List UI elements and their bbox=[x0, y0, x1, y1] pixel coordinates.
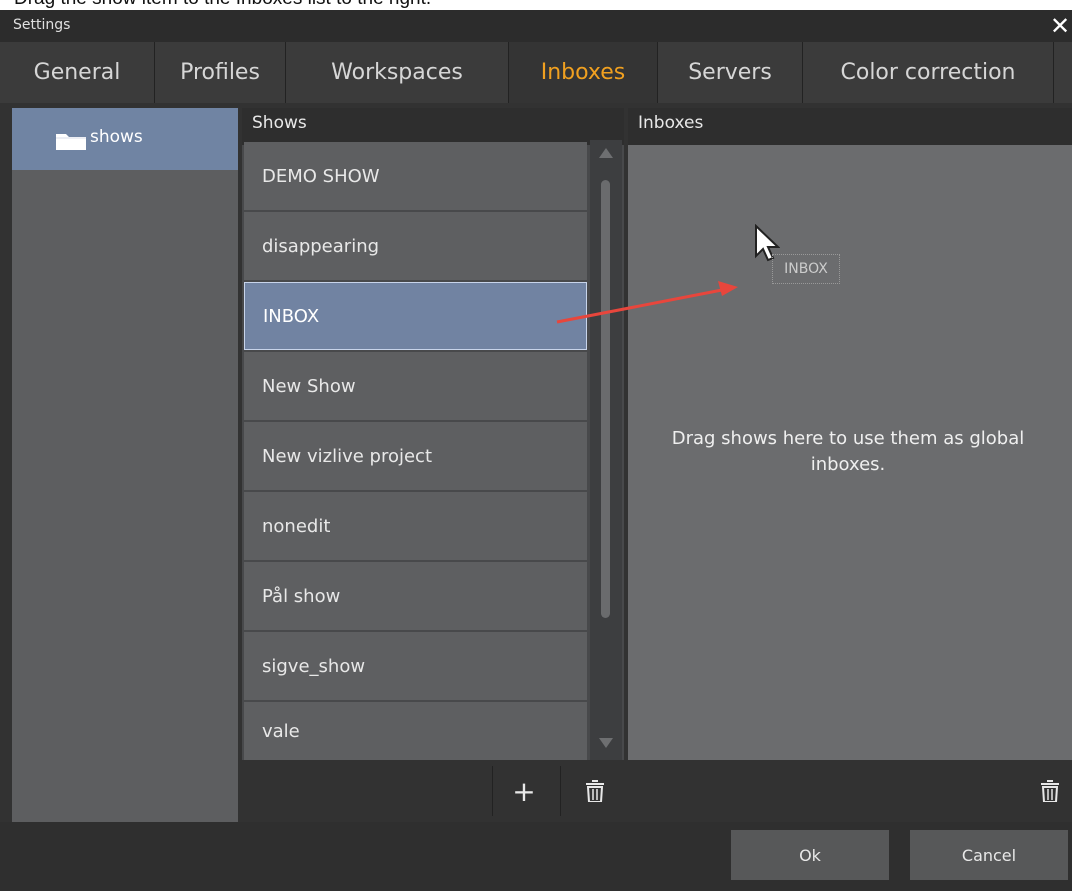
list-item[interactable]: disappearing bbox=[244, 212, 587, 280]
window-title: Settings bbox=[13, 17, 71, 33]
scroll-thumb[interactable] bbox=[601, 180, 610, 618]
plus-icon: + bbox=[512, 774, 536, 808]
tab-inboxes[interactable]: Inboxes bbox=[509, 42, 658, 103]
folder-icon bbox=[56, 134, 86, 150]
shows-toolbar: + bbox=[242, 760, 624, 822]
ok-button[interactable]: Ok bbox=[731, 830, 889, 880]
tab-servers[interactable]: Servers bbox=[658, 42, 803, 103]
instruction-text: Drag the show item to the Inboxes list t… bbox=[14, 0, 431, 10]
delete-show-button[interactable] bbox=[570, 760, 620, 822]
list-item[interactable]: New vizlive project bbox=[244, 422, 587, 490]
inboxes-toolbar bbox=[628, 760, 1072, 822]
dialog-button-bar: Ok Cancel bbox=[0, 822, 1072, 891]
drag-ghost-label: INBOX bbox=[772, 254, 840, 284]
list-item-selected[interactable]: INBOX bbox=[244, 282, 587, 350]
tab-color-correction[interactable]: Color correction bbox=[803, 42, 1054, 103]
tree-item-shows[interactable]: shows bbox=[12, 108, 238, 170]
scroll-down-icon[interactable] bbox=[599, 738, 613, 748]
divider bbox=[560, 766, 561, 816]
inboxes-panel[interactable]: Inboxes INBOX Drag shows here to use the… bbox=[628, 108, 1072, 822]
tab-profiles[interactable]: Profiles bbox=[155, 42, 286, 103]
folder-tree: shows bbox=[12, 108, 238, 822]
shows-header: Shows bbox=[242, 108, 624, 145]
list-item[interactable]: nonedit bbox=[244, 492, 587, 560]
drop-hint-text: Drag shows here to use them as global in… bbox=[671, 428, 1025, 475]
tab-bar: General Profiles Workspaces Inboxes Serv… bbox=[0, 42, 1072, 103]
shows-panel: Shows DEMO SHOW disappearing INBOX New S… bbox=[242, 108, 624, 822]
title-bar: Settings ✕ bbox=[0, 10, 1072, 42]
tree-item-label: shows bbox=[90, 127, 143, 147]
trash-icon bbox=[586, 780, 604, 802]
close-icon[interactable]: ✕ bbox=[1050, 12, 1070, 40]
scroll-up-icon[interactable] bbox=[599, 148, 613, 158]
shows-scrollbar[interactable] bbox=[590, 140, 622, 760]
list-item[interactable]: sigve_show bbox=[244, 632, 587, 700]
delete-inbox-button[interactable] bbox=[1028, 760, 1072, 822]
cancel-button[interactable]: Cancel bbox=[910, 830, 1068, 880]
tab-general[interactable]: General bbox=[0, 42, 155, 103]
list-item[interactable]: Pål show bbox=[244, 562, 587, 630]
trash-icon bbox=[1041, 780, 1059, 802]
list-item[interactable]: New Show bbox=[244, 352, 587, 420]
add-show-button[interactable]: + bbox=[500, 760, 548, 822]
instruction-banner: Drag the show item to the Inboxes list t… bbox=[0, 0, 1072, 10]
list-item[interactable]: vale bbox=[244, 702, 587, 760]
tab-workspaces[interactable]: Workspaces bbox=[286, 42, 509, 103]
divider bbox=[492, 766, 493, 816]
inboxes-header: Inboxes bbox=[628, 108, 1072, 145]
list-item[interactable]: DEMO SHOW bbox=[244, 142, 587, 210]
